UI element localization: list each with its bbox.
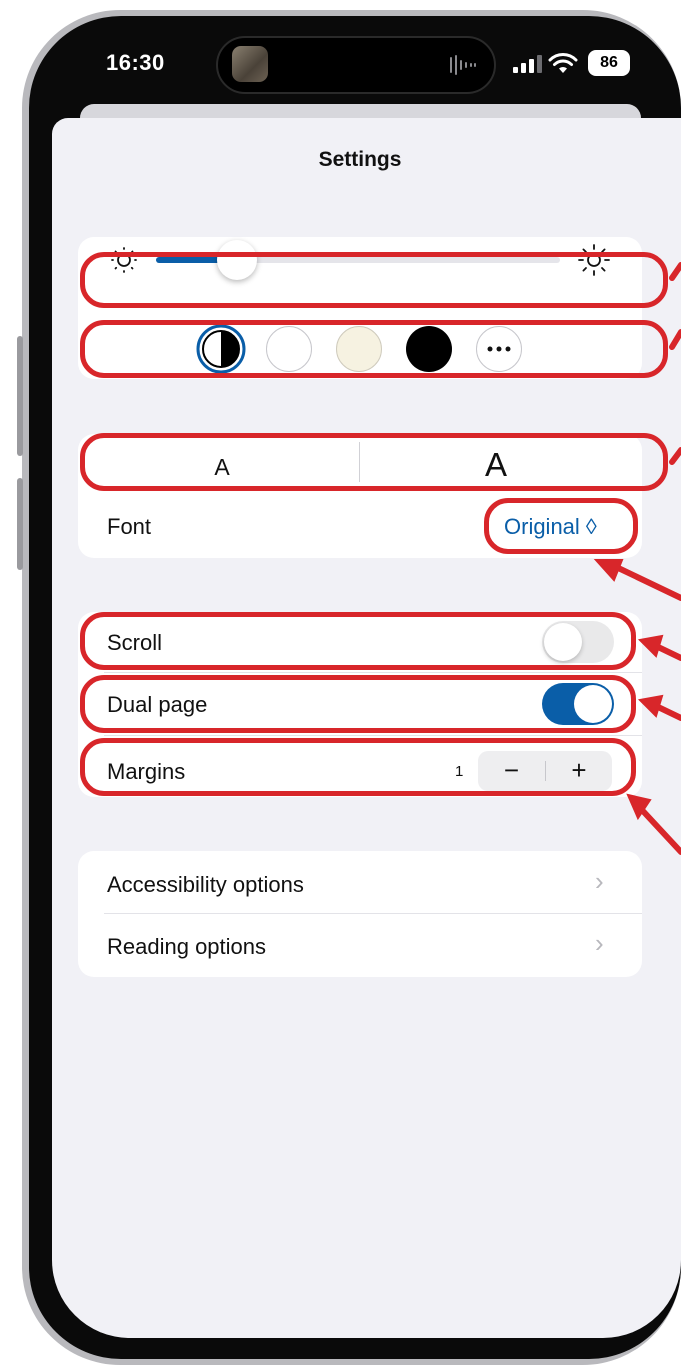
volume-down-button bbox=[17, 478, 23, 570]
status-time: 16:30 bbox=[106, 50, 165, 75]
highlight-margins bbox=[80, 738, 636, 796]
volume-up-button bbox=[17, 336, 23, 456]
reading-options-row[interactable]: Reading options › bbox=[78, 914, 642, 976]
battery-indicator: 86 bbox=[588, 50, 630, 76]
highlight-font-size bbox=[80, 433, 668, 491]
reading-options-label: Reading options bbox=[107, 934, 267, 959]
highlight-scroll bbox=[80, 612, 636, 670]
now-playing-artwork bbox=[232, 46, 268, 82]
annotation-arrows bbox=[593, 262, 681, 855]
accessibility-options-label: Accessibility options bbox=[107, 872, 304, 897]
highlight-themes bbox=[80, 320, 668, 378]
highlight-dual-page bbox=[80, 675, 636, 733]
accessibility-options-row[interactable]: Accessibility options › bbox=[78, 851, 642, 913]
cellular-signal-icon bbox=[513, 55, 542, 73]
font-label: Font bbox=[107, 514, 152, 539]
wifi-icon bbox=[548, 53, 578, 73]
audio-waveform-icon bbox=[450, 55, 476, 75]
highlight-brightness bbox=[80, 252, 668, 308]
chevron-right-icon: › bbox=[595, 928, 604, 958]
divider bbox=[104, 672, 642, 673]
page-title: Settings bbox=[318, 148, 402, 171]
divider bbox=[104, 735, 642, 736]
